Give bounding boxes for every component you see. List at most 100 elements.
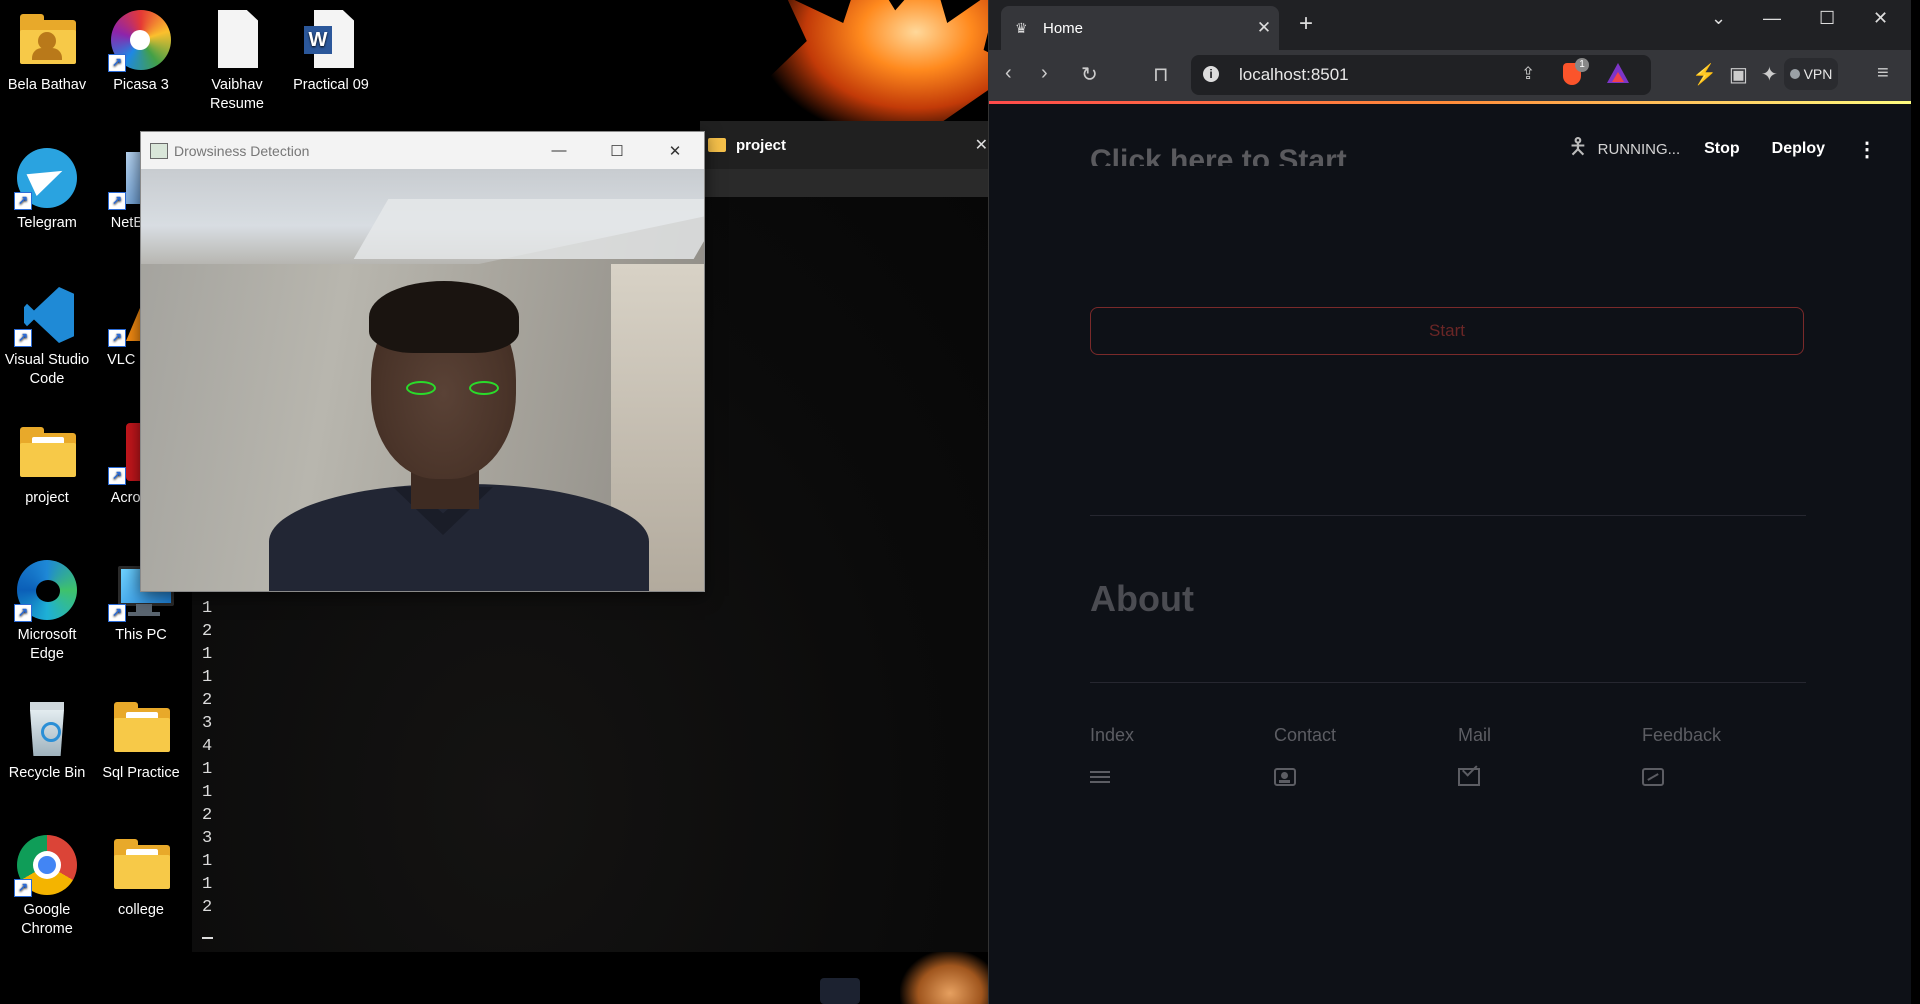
recycle-bin-icon bbox=[16, 698, 78, 758]
close-button[interactable]: ✕ bbox=[646, 132, 704, 169]
chrome-icon: ↗ bbox=[14, 835, 78, 897]
tab-close-button[interactable]: ✕ bbox=[1249, 18, 1279, 38]
console-line: 3 bbox=[202, 714, 213, 733]
contact-card-icon[interactable] bbox=[1274, 768, 1296, 786]
footer-mail[interactable]: Mail bbox=[1458, 725, 1618, 786]
desktop-icon-label: Recycle Bin bbox=[8, 765, 86, 781]
start-button[interactable]: Start bbox=[1090, 307, 1804, 355]
deploy-button[interactable]: Deploy bbox=[1772, 140, 1825, 158]
extensions-icon[interactable]: ⚡ bbox=[1692, 62, 1717, 87]
footer-label: Mail bbox=[1458, 725, 1492, 745]
running-status: 🯅 RUNNING... bbox=[1568, 130, 1680, 168]
forward-icon[interactable]: › bbox=[1041, 62, 1048, 85]
console-line: 1 bbox=[202, 760, 213, 779]
streamlit-app: 🯅 RUNNING... Stop Deploy ⋮ Click here to… bbox=[989, 104, 1911, 1004]
wallpaper-flame bbox=[760, 0, 1020, 140]
browser-window[interactable]: ♛ Home ✕ + ⌄ — ☐ ✕ ‹ › ↻ ⊓ i localhost:8… bbox=[988, 0, 1911, 1004]
desktop-icon-label: project bbox=[25, 490, 69, 506]
explorer-window[interactable]: project ✕ bbox=[700, 121, 988, 197]
site-info-icon[interactable]: i bbox=[1203, 66, 1219, 82]
console-line: 1 bbox=[202, 852, 213, 871]
leo-ai-icon[interactable]: ✦ bbox=[1761, 62, 1778, 87]
main-menu-icon[interactable]: ⋮ bbox=[1857, 137, 1877, 162]
footer-contact[interactable]: Contact bbox=[1274, 725, 1434, 786]
vpn-button[interactable]: VPN bbox=[1784, 58, 1838, 90]
desktop-icon-practical-09[interactable]: W Practical 09 bbox=[284, 10, 378, 95]
tab-home[interactable]: ♛ Home ✕ bbox=[1001, 6, 1279, 50]
desktop-icon-edge[interactable]: ↗ Microsoft Edge bbox=[0, 560, 94, 664]
start-heading: Click here to Start bbox=[1090, 144, 1347, 166]
desktop-icon-chrome[interactable]: ↗ Google Chrome bbox=[0, 835, 94, 939]
document-icon bbox=[206, 10, 268, 70]
drowsiness-detection-window[interactable]: Drowsiness Detection — ☐ ✕ bbox=[140, 131, 705, 592]
explorer-tab[interactable]: project bbox=[708, 121, 786, 169]
running-person-icon: 🯅 bbox=[1568, 134, 1588, 159]
tab-strip: ♛ Home ✕ + ⌄ — ☐ ✕ bbox=[989, 0, 1911, 50]
tab-title: Home bbox=[1043, 19, 1084, 37]
explorer-tab-close-button[interactable]: ✕ bbox=[975, 135, 988, 155]
window-close-button[interactable]: ✕ bbox=[1873, 8, 1888, 29]
desktop-icon-bela-bathav[interactable]: Bela Bathav bbox=[0, 10, 94, 95]
console-line: 2 bbox=[202, 806, 213, 825]
console-cursor bbox=[202, 937, 213, 939]
app-toolbar: 🯅 RUNNING... Stop Deploy ⋮ bbox=[1568, 134, 1911, 164]
desktop-icon-label: Google Chrome bbox=[21, 902, 73, 937]
console-line: 1 bbox=[202, 875, 213, 894]
menu-icon[interactable]: ≡ bbox=[1877, 62, 1889, 85]
desktop-icon-vaibhav-resume[interactable]: Vaibhav Resume bbox=[190, 10, 284, 114]
new-tab-button[interactable]: + bbox=[1299, 10, 1313, 38]
list-icon[interactable] bbox=[1090, 768, 1112, 786]
desktop-icon-label: Vaibhav Resume bbox=[210, 77, 264, 112]
tab-search-icon[interactable]: ⌄ bbox=[1711, 8, 1726, 29]
folder-icon bbox=[708, 138, 726, 152]
stop-button[interactable]: Stop bbox=[1704, 140, 1740, 158]
desktop-icon-college[interactable]: college bbox=[94, 835, 188, 920]
app-icon bbox=[150, 142, 168, 159]
explorer-toolbar bbox=[700, 169, 988, 197]
desktop-icon-label: Practical 09 bbox=[293, 77, 369, 93]
desktop-icon-label: Bela Bathav bbox=[7, 77, 87, 93]
vpn-status-icon bbox=[1789, 69, 1800, 79]
minimize-button[interactable]: — bbox=[530, 132, 588, 169]
word-document-icon: W bbox=[300, 10, 362, 70]
console-line: 1 bbox=[202, 599, 213, 618]
shields-badge: 1 bbox=[1575, 58, 1589, 72]
footer-label: Contact bbox=[1274, 725, 1337, 745]
divider bbox=[1090, 515, 1806, 516]
desktop-icon-vscode[interactable]: ↗ Visual Studio Code bbox=[0, 285, 94, 389]
back-icon[interactable]: ‹ bbox=[1005, 62, 1012, 85]
edge-icon: ↗ bbox=[14, 560, 78, 622]
bookmark-icon[interactable]: ⊓ bbox=[1153, 62, 1169, 87]
footer-index[interactable]: Index bbox=[1090, 725, 1250, 786]
window-titlebar[interactable]: Drowsiness Detection — ☐ ✕ bbox=[141, 132, 704, 169]
desktop-icon-project[interactable]: project bbox=[0, 423, 94, 508]
desktop-icon-label: Sql Practice bbox=[102, 765, 180, 781]
console-line: 2 bbox=[202, 898, 213, 917]
right-eye-contour bbox=[469, 381, 499, 395]
footer-feedback[interactable]: Feedback bbox=[1642, 725, 1802, 786]
maximize-button[interactable]: ☐ bbox=[588, 132, 646, 169]
feedback-icon[interactable] bbox=[1642, 768, 1664, 786]
desktop-icon-telegram[interactable]: ↗ Telegram bbox=[0, 148, 94, 233]
desktop-icon-recycle-bin[interactable]: Recycle Bin bbox=[0, 698, 94, 783]
footer-label: Index bbox=[1090, 725, 1135, 745]
url-text[interactable]: localhost:8501 bbox=[1239, 65, 1349, 85]
left-eye-contour bbox=[406, 381, 436, 395]
footer-label: Feedback bbox=[1642, 725, 1722, 745]
folder-icon bbox=[110, 835, 172, 895]
window-minimize-button[interactable]: — bbox=[1763, 8, 1781, 29]
desktop-icon-label: This PC bbox=[115, 627, 167, 643]
share-icon[interactable]: ⇪ bbox=[1521, 64, 1535, 84]
user-folder-icon bbox=[16, 10, 78, 70]
desktop-icon-label: Microsoft Edge bbox=[17, 627, 77, 662]
running-text: RUNNING... bbox=[1597, 140, 1681, 158]
navigation-bar: ‹ › ↻ ⊓ i localhost:8501 ⇪ 1 ⚡ ▣ ✦ VPN ≡ bbox=[989, 50, 1911, 101]
desktop-icon-picasa[interactable]: ↗ Picasa 3 bbox=[94, 10, 188, 95]
sidebar-icon[interactable]: ▣ bbox=[1729, 62, 1748, 87]
vpn-label: VPN bbox=[1803, 66, 1833, 82]
mail-icon[interactable] bbox=[1458, 768, 1480, 786]
window-maximize-button[interactable]: ☐ bbox=[1819, 8, 1835, 29]
reload-icon[interactable]: ↻ bbox=[1081, 62, 1098, 87]
desktop-icon-sql-practice[interactable]: Sql Practice bbox=[94, 698, 188, 783]
address-bar[interactable]: i localhost:8501 ⇪ 1 bbox=[1191, 55, 1651, 95]
